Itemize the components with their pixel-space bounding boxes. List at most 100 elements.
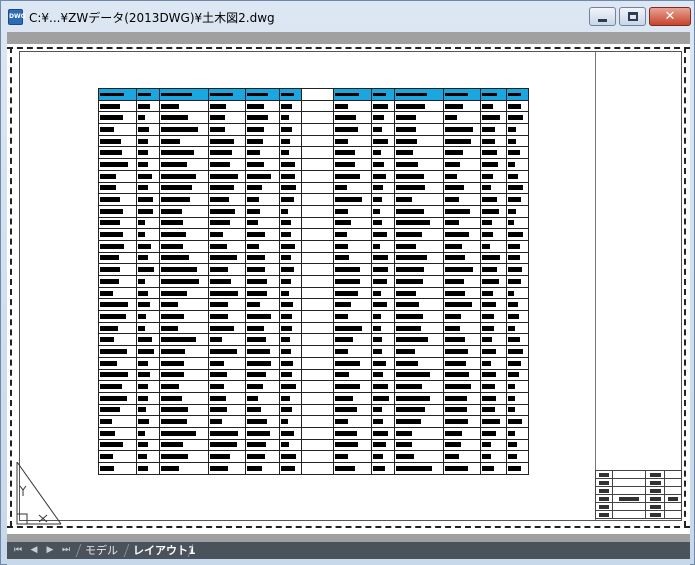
table-cell [159,298,210,312]
redacted-text-mark [395,243,416,249]
minimize-button[interactable] [589,7,616,26]
table-cell [208,321,247,335]
redacted-text-mark [281,372,293,378]
table-cell [370,216,395,230]
previous-tab-icon[interactable]: ◀ [28,545,40,556]
table-cell [279,251,303,265]
redacted-text-mark [161,126,199,132]
redacted-text-mark [372,454,383,460]
redacted-text-mark [161,337,197,343]
table-cell [136,298,161,312]
redacted-text-mark [481,197,497,203]
table-cell [136,426,161,440]
redacted-text-mark [210,465,229,471]
redacted-text-mark [138,115,146,121]
tab-model[interactable]: モデル [79,543,124,558]
table-cell [245,426,281,440]
redacted-text-mark [138,372,151,378]
redacted-text-mark [372,384,388,390]
drawing-data-table[interactable] [97,88,530,475]
redacted-text-mark [100,92,124,96]
table-cell [245,181,281,195]
table-cell [479,204,507,218]
table-cell [279,356,303,370]
first-tab-icon[interactable]: ⏮ [12,545,24,556]
redacted-text-mark [507,430,515,436]
close-button[interactable]: ✕ [649,7,691,26]
redacted-text-mark [668,496,678,501]
title-block-cell [612,470,646,479]
table-cell [332,380,372,393]
redacted-text-mark [507,278,521,284]
redacted-text-mark [210,161,231,167]
table-cell [245,88,281,101]
table-cell [97,123,138,136]
redacted-text-mark [281,185,297,191]
table-cell [159,438,210,452]
table-cell [136,111,161,125]
table-cell [301,111,334,125]
table-cell [245,345,281,358]
table-row [97,275,530,288]
table-cell [208,228,247,241]
table-cell [159,391,210,405]
table-cell [159,403,210,417]
redacted-text-mark [444,372,469,378]
redacted-text-mark [138,384,149,390]
redacted-text-mark [444,115,457,121]
redacted-text-mark [161,103,180,109]
redacted-text-mark [281,395,291,401]
table-cell [332,239,372,253]
redacted-text-mark [444,360,466,366]
redacted-text-mark [210,372,228,378]
redacted-text-mark [138,325,146,331]
redacted-text-mark [372,302,387,308]
table-cell [279,450,303,463]
table-cell [245,321,281,335]
redacted-text-mark [481,267,497,273]
print-area-right-edge [684,47,686,527]
table-cell [505,356,530,370]
table-cell [393,321,444,335]
table-cell [370,88,395,101]
redacted-text-mark [444,161,460,167]
table-cell [245,333,281,347]
table-cell [279,158,303,171]
table-cell [442,169,481,183]
redacted-text-mark [247,325,265,331]
last-tab-icon[interactable]: ⏭ [60,545,72,556]
table-cell [97,99,138,113]
table-cell [159,216,210,230]
table-cell [97,169,138,183]
table-cell [279,345,303,358]
maximize-button[interactable] [619,7,646,26]
drawing-canvas[interactable] [7,32,690,542]
table-cell [245,286,281,300]
table-cell [97,88,138,101]
table-cell [393,426,444,440]
table-cell [332,263,372,276]
table-cell [505,391,530,405]
table-cell [370,321,395,335]
table-cell [370,193,395,206]
redacted-text-mark [210,173,239,179]
table-cell [479,134,507,148]
redacted-text-mark [444,92,468,96]
table-cell [505,181,530,195]
next-tab-icon[interactable]: ▶ [44,545,56,556]
table-cell [159,310,210,323]
table-cell [208,333,247,347]
title-bar[interactable]: DWG C:¥...¥ZWデータ(2013DWG)¥土木図2.dwg ✕ [1,1,694,31]
table-row [97,193,530,206]
table-cell [159,88,210,101]
table-cell [370,146,395,160]
table-cell [245,251,281,265]
redacted-text-mark [395,208,424,214]
table-cell [442,134,481,148]
dwg-file-icon[interactable]: DWG [8,9,26,25]
table-cell [159,462,210,475]
table-cell [442,438,481,452]
table-cell [505,88,530,101]
redacted-text-mark [334,407,357,413]
redacted-text-mark [507,407,515,413]
